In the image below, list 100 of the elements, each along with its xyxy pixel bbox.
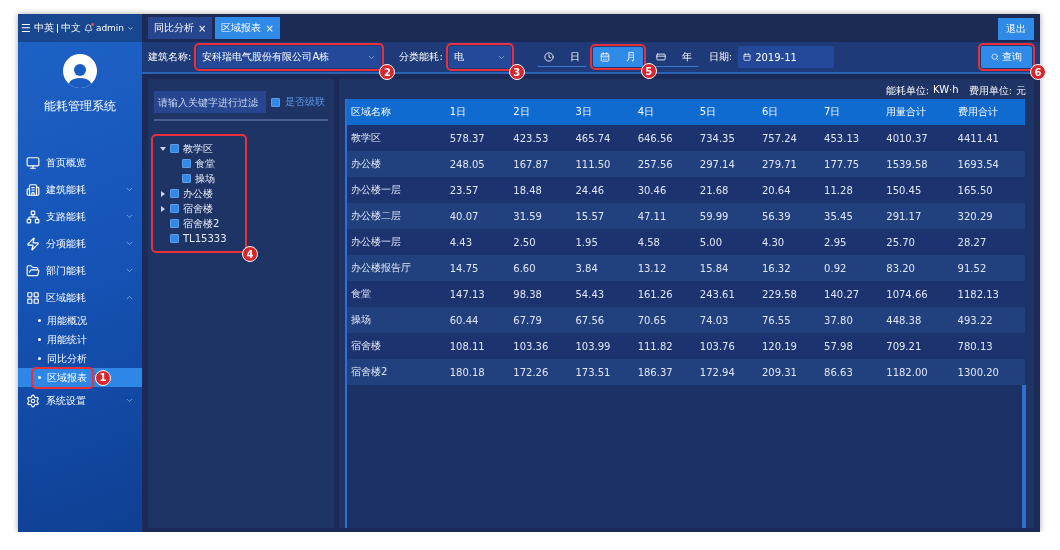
nav-subitem[interactable]: 区域报表 1 — [18, 368, 142, 387]
column-header: 5日 — [695, 99, 758, 125]
period-button[interactable]: 月 — [592, 47, 643, 67]
filter-label: 建筑名称: — [148, 50, 192, 64]
table-cell: 4.30 — [757, 229, 821, 255]
table-cell: 111.82 — [633, 333, 696, 359]
table-cell: 103.76 — [695, 333, 758, 359]
period-button[interactable]: 年 — [648, 47, 699, 67]
table-cell: 13.12 — [633, 255, 696, 281]
table-cell: 147.13 — [445, 281, 510, 307]
system-title: 能耗管理系统 — [43, 98, 117, 115]
period-button[interactable]: 日 — [536, 47, 587, 67]
table-cell: 宿舍楼2 — [346, 359, 446, 385]
table-cell: 161.26 — [633, 281, 696, 307]
search-field[interactable]: 请输入关键字进行过滤 — [154, 91, 266, 113]
tree-item[interactable]: 操场 — [195, 171, 215, 186]
tree-item[interactable]: 教学区 — [183, 141, 213, 156]
table-cell: 67.79 — [509, 307, 572, 333]
table-cell: 0.92 — [820, 255, 883, 281]
table-cell: 1074.66 — [882, 281, 954, 307]
category-select[interactable]: 电 — [448, 46, 511, 68]
grid-icon — [26, 290, 40, 305]
tree-item[interactable]: 宿舍楼 — [183, 201, 213, 216]
table-cell: 1539.58 — [882, 151, 954, 177]
tree-item[interactable]: 食堂 — [195, 156, 215, 171]
unit-value: 元 — [1016, 84, 1026, 98]
checkbox[interactable] — [170, 204, 179, 213]
table-cell: 办公楼一层 — [346, 177, 446, 203]
table-cell: 448.38 — [882, 307, 954, 333]
table-cell: 243.61 — [695, 281, 758, 307]
query-button[interactable]: 查询 — [981, 46, 1032, 68]
nav-item[interactable]: 区域能耗 — [18, 284, 142, 311]
table-cell: 4.43 — [445, 229, 510, 255]
table-cell: 56.39 — [757, 203, 821, 229]
nav-subitem[interactable]: 用能统计 — [18, 330, 142, 349]
table-cell: 办公楼报告厅 — [346, 255, 446, 281]
logout-button[interactable]: 退出 — [998, 18, 1034, 40]
column-header: 2日 — [509, 99, 572, 125]
tab[interactable]: 区域报表 × — [215, 17, 280, 39]
table-cell: 4.58 — [633, 229, 696, 255]
checkbox[interactable] — [170, 234, 179, 243]
caret-icon[interactable] — [161, 205, 165, 212]
tree-item[interactable]: 办公楼 — [183, 186, 213, 201]
date-field[interactable]: 2019-11 — [738, 46, 835, 68]
table-cell: 103.99 — [571, 333, 634, 359]
nav-item[interactable]: 系统设置 — [18, 387, 142, 414]
table-cell: 28.27 — [953, 229, 1025, 255]
table-cell: 172.26 — [509, 359, 572, 385]
caret-icon[interactable] — [160, 146, 166, 151]
table-cell: 4010.37 — [882, 125, 954, 151]
table-cell: 54.43 — [571, 281, 634, 307]
table-cell: 140.27 — [820, 281, 883, 307]
annotation-badge: 6 — [1030, 64, 1046, 80]
table-cell: 1182.13 — [953, 281, 1025, 307]
nav-item[interactable]: 分项能耗 — [18, 230, 142, 257]
table-cell: 70.65 — [633, 307, 696, 333]
table-cell: 279.71 — [757, 151, 821, 177]
nav-item[interactable]: 首页概览 — [18, 149, 142, 176]
table-cell: 24.46 — [571, 177, 634, 203]
nav-item[interactable]: 部门能耗 — [18, 257, 142, 284]
table-cell: 1300.20 — [953, 359, 1025, 385]
table-cell: 57.98 — [820, 333, 883, 359]
table-cell: 60.44 — [445, 307, 510, 333]
checkbox[interactable] — [170, 219, 179, 228]
checkbox[interactable] — [182, 159, 191, 168]
language-option[interactable]: 中文 — [60, 21, 81, 35]
nav-item[interactable]: 支路能耗 — [18, 203, 142, 230]
table-cell: 465.74 — [571, 125, 634, 151]
user-name[interactable]: admin — [95, 23, 125, 33]
table-cell: 111.50 — [571, 151, 634, 177]
table-cell: 23.57 — [445, 177, 510, 203]
nav-item[interactable]: 建筑能耗 — [18, 176, 142, 203]
menu-icon[interactable]: ☰ — [21, 21, 31, 35]
annotation-badge: 1 — [95, 369, 111, 386]
table-cell: 2.50 — [509, 229, 572, 255]
language-option[interactable]: 中英 — [33, 21, 54, 35]
checkbox[interactable] — [271, 97, 280, 107]
tree-item[interactable]: TL15333 — [183, 233, 227, 244]
checkbox[interactable] — [170, 144, 179, 153]
nav-subitem[interactable]: 用能概况 — [18, 311, 142, 330]
calendar-icon — [599, 52, 610, 62]
annotation-badge: 2 — [379, 64, 396, 80]
table-cell: 59.99 — [695, 203, 758, 229]
tree-item[interactable]: 宿舍楼2 — [183, 216, 220, 231]
table-cell: 2.95 — [820, 229, 883, 255]
table-cell: 18.48 — [509, 177, 572, 203]
bell-icon[interactable] — [83, 23, 93, 33]
building-select[interactable]: 安科瑞电气股份有限公司A栋 — [197, 46, 382, 68]
table-cell: 办公楼 — [346, 151, 446, 177]
tab[interactable]: 同比分析 × — [148, 17, 213, 39]
table-cell: 780.13 — [953, 333, 1025, 359]
annotation-badge: 4 — [242, 246, 258, 262]
checkbox[interactable] — [182, 174, 191, 183]
table-cell: 15.84 — [695, 255, 758, 281]
caret-icon[interactable] — [161, 190, 165, 197]
checkbox[interactable] — [170, 189, 179, 198]
column-header: 6日 — [757, 99, 821, 125]
table-cell: 31.59 — [509, 203, 572, 229]
table-cell: 教学区 — [346, 125, 446, 151]
nav-subitem[interactable]: 同比分析 — [18, 349, 142, 368]
